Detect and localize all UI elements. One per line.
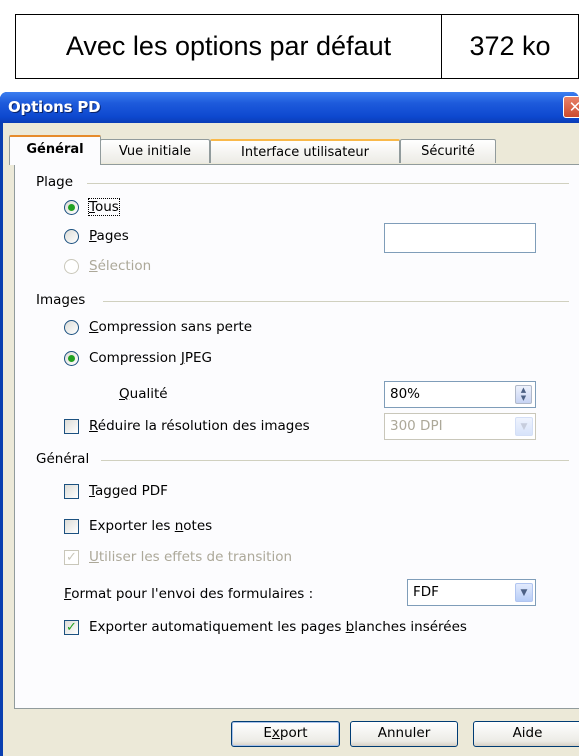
reduce-text: éduire la résolution des images xyxy=(97,418,310,434)
pages-mnemonic: P xyxy=(89,228,97,244)
quality-text: ualité xyxy=(129,386,168,402)
size-comparison-table: Avec les options par défaut 372 ko xyxy=(15,14,579,79)
file-size-cell: 372 ko xyxy=(441,14,579,79)
pages-text: ages xyxy=(96,228,129,244)
export-blank-pages-label[interactable]: Exporter automatiquement les pages blanc… xyxy=(89,619,467,635)
blank-mnemonic: b xyxy=(345,619,355,635)
export-notes-label[interactable]: Exporter les notes xyxy=(89,518,212,534)
reduce-mnemonic: R xyxy=(89,418,98,434)
pdf-options-dialog: Options PD ✕ Général Vue initiale Interf… xyxy=(0,92,579,756)
title-bar[interactable]: Options PD ✕ xyxy=(0,92,579,123)
divider xyxy=(87,183,569,184)
chevron-down-icon: ▼ xyxy=(515,417,533,436)
chevron-down-icon[interactable]: ▼ xyxy=(515,583,533,602)
cancel-button[interactable]: Annuler xyxy=(350,721,458,747)
spin-updown-icon[interactable]: ▲ ▼ xyxy=(515,385,532,404)
transition-effects-checkbox: ✓ xyxy=(64,550,79,565)
plage-group-title: Plage xyxy=(36,174,74,190)
tous-radio[interactable] xyxy=(64,200,79,215)
lossless-compression-radio[interactable] xyxy=(64,320,79,335)
tab-general[interactable]: Général xyxy=(9,135,101,165)
tous-label[interactable]: Tous xyxy=(88,198,120,216)
lossless-text: ompression sans perte xyxy=(98,319,253,335)
quality-spinbox[interactable]: 80% xyxy=(384,381,536,408)
general-tab-panel: Plage Tous Pages Sélection Images Compre… xyxy=(14,164,579,709)
format-text: ormat pour l'envoi des formulaires : xyxy=(71,586,314,602)
tagged-text: agged PDF xyxy=(95,483,168,499)
export-blank-pages-checkbox[interactable]: ✓ xyxy=(64,620,79,635)
tagged-pdf-checkbox[interactable] xyxy=(64,484,79,499)
selection-mnemonic: S xyxy=(89,258,98,274)
notes-mnemonic: n xyxy=(174,518,184,534)
reduce-resolution-checkbox[interactable] xyxy=(64,419,79,434)
selection-text: élection xyxy=(97,258,152,274)
export-button[interactable]: Export xyxy=(231,721,340,747)
form-format-label: Format pour l'envoi des formulaires : xyxy=(64,586,313,602)
tab-vue-initiale[interactable]: Vue initiale xyxy=(100,139,210,163)
selection-label: Sélection xyxy=(89,258,151,274)
quality-label: Qualité xyxy=(119,386,168,402)
export-pre: E xyxy=(263,725,272,741)
notes-text-rest: otes xyxy=(183,518,213,534)
tous-text: ous xyxy=(94,199,119,215)
selection-radio xyxy=(64,259,79,274)
pages-label[interactable]: Pages xyxy=(89,228,129,244)
lossless-compression-label[interactable]: Compression sans perte xyxy=(89,319,252,335)
tagged-pdf-label[interactable]: Tagged PDF xyxy=(89,483,168,499)
help-button[interactable]: Aide xyxy=(473,721,579,747)
close-icon[interactable]: ✕ xyxy=(563,96,579,118)
jpeg-text-pre: Compression xyxy=(89,350,181,366)
export-notes-checkbox[interactable] xyxy=(64,519,79,534)
pages-range-input[interactable] xyxy=(384,223,536,253)
tab-securite[interactable]: Sécurité xyxy=(400,139,496,163)
tab-interface-utilisateur[interactable]: Interface utilisateur xyxy=(210,139,400,163)
resolution-dropdown: 300 DPI xyxy=(384,413,536,440)
quality-mnemonic: Q xyxy=(119,386,130,402)
images-group-title: Images xyxy=(36,292,86,308)
dialog-title: Options PD xyxy=(8,98,101,116)
jpeg-compression-radio[interactable] xyxy=(64,351,79,366)
pages-radio[interactable] xyxy=(64,229,79,244)
jpeg-text-rest: PEG xyxy=(184,350,213,366)
blank-text-rest: lanches insérées xyxy=(354,619,467,635)
divider xyxy=(103,301,569,302)
notes-text-pre: Exporter les xyxy=(89,518,175,534)
jpeg-compression-label[interactable]: Compression JPEG xyxy=(89,350,212,366)
divider xyxy=(101,460,569,461)
general-group-title: Général xyxy=(36,451,90,467)
dialog-body: Général Vue initiale Interface utilisate… xyxy=(3,123,579,756)
transition-text: tiliser les effets de transition xyxy=(98,549,293,565)
transition-mnemonic: U xyxy=(89,549,99,565)
reduce-resolution-label[interactable]: Réduire la résolution des images xyxy=(89,418,310,434)
blank-text-pre: Exporter automatiquement les pages xyxy=(89,619,346,635)
transition-effects-label: Utiliser les effets de transition xyxy=(89,549,292,565)
export-mnemonic: x xyxy=(271,725,280,741)
options-label-cell: Avec les options par défaut xyxy=(15,14,442,79)
export-rest: port xyxy=(279,725,308,741)
